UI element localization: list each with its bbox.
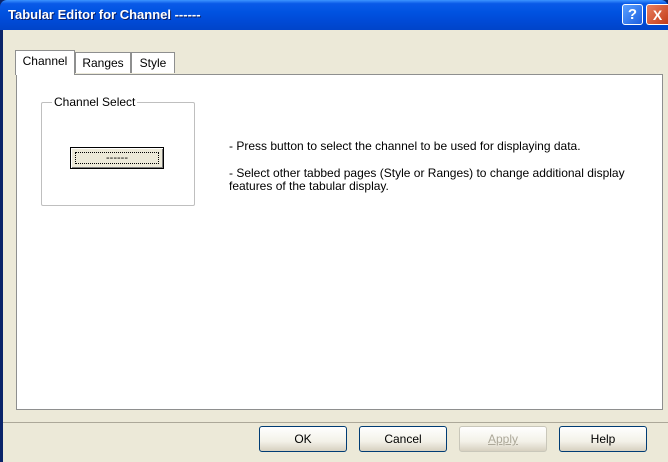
channel-select-label: Channel Select — [52, 95, 138, 109]
button-bar-divider — [3, 422, 668, 423]
tab-ranges[interactable]: Ranges — [75, 52, 131, 73]
channel-select-button[interactable]: ------ — [70, 147, 164, 169]
close-icon[interactable]: X — [646, 4, 668, 25]
focus-rectangle — [75, 152, 159, 164]
help-icon[interactable]: ? — [622, 4, 643, 25]
channel-select-group: Channel Select ------ — [41, 95, 195, 206]
cancel-button[interactable]: Cancel — [359, 426, 447, 452]
dialog-client-area: Channel Ranges Style Channel Select ----… — [3, 30, 668, 462]
apply-button[interactable]: Apply — [459, 426, 547, 452]
tab-channel[interactable]: Channel — [15, 50, 75, 75]
instruction-select-channel: - Press button to select the channel to … — [229, 139, 581, 153]
window-title: Tabular Editor for Channel ------ — [8, 7, 201, 22]
dialog-window: Tabular Editor for Channel ------ ? X Ch… — [0, 0, 668, 462]
tab-style[interactable]: Style — [131, 52, 175, 73]
help-button[interactable]: Help — [559, 426, 647, 452]
instruction-other-tabs: - Select other tabbed pages (Style or Ra… — [229, 166, 625, 193]
title-bar[interactable]: Tabular Editor for Channel ------ ? X — [0, 0, 668, 30]
ok-button[interactable]: OK — [259, 426, 347, 452]
